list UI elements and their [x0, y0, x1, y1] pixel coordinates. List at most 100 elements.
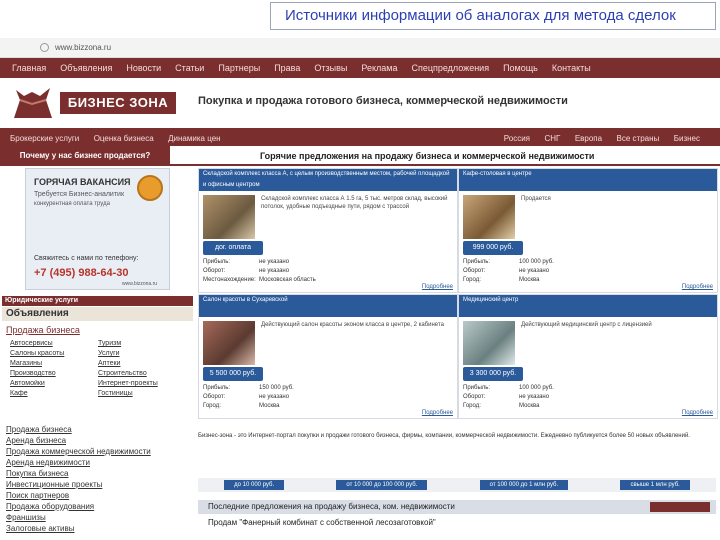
offer-card[interactable]: Салон красоты в Сухаревской Действующий …: [198, 294, 458, 419]
left-link[interactable]: Продажа бизнеса: [6, 424, 194, 435]
region-item[interactable]: Россия: [504, 134, 530, 143]
left-link[interactable]: Франшизы: [6, 512, 194, 523]
site-logo[interactable]: БИЗНЕС ЗОНА: [60, 92, 176, 114]
vacancy-subtitle: Требуется Бизнес-аналитик: [34, 191, 125, 198]
latest-button[interactable]: [650, 502, 710, 512]
info-value: Москва: [519, 403, 540, 409]
category-link[interactable]: Магазины: [10, 360, 98, 367]
region-item[interactable]: СНГ: [544, 134, 560, 143]
nav-item[interactable]: Права: [274, 63, 300, 73]
info-key: Город:: [203, 403, 221, 409]
price-filter[interactable]: от 10 000 до 100 000 руб.: [336, 480, 428, 490]
vacancy-link[interactable]: www.bizzona.ru: [122, 281, 157, 287]
card-price[interactable]: 5 500 000 руб.: [203, 367, 263, 381]
section-header-row: Почему у нас бизнес продается? Горячие п…: [0, 146, 720, 166]
nav-item[interactable]: Главная: [12, 63, 46, 73]
region-item[interactable]: Все страны: [617, 134, 660, 143]
category-link[interactable]: Производство: [10, 370, 98, 377]
subnav-item[interactable]: Динамика цен: [168, 134, 220, 143]
hot-offers-header: Горячие предложения на продажу бизнеса и…: [170, 146, 720, 166]
nav-item[interactable]: Объявления: [60, 63, 112, 73]
info-value: не указано: [519, 268, 550, 274]
card-more-link[interactable]: Подробнее: [682, 284, 713, 290]
card-description: Действующий салон красоты эконом класса …: [261, 322, 444, 328]
category-link[interactable]: Кафе: [10, 390, 98, 397]
ads-category-grid: Автосервисы Туризм Салоны красоты Услуги…: [10, 340, 190, 397]
category-link[interactable]: Автомойки: [10, 380, 98, 387]
nav-item[interactable]: Новости: [126, 63, 161, 73]
info-value: Москва: [259, 403, 280, 409]
card-price[interactable]: 999 000 руб.: [463, 241, 523, 255]
nav-item[interactable]: Спецпредложения: [411, 63, 489, 73]
left-link[interactable]: Продажа оборудования: [6, 501, 194, 512]
price-filter[interactable]: до 10 000 руб.: [224, 480, 285, 490]
price-filter-bar: до 10 000 руб. от 10 000 до 100 000 руб.…: [198, 478, 716, 492]
card-more-link[interactable]: Подробнее: [422, 410, 453, 416]
info-key: Оборот:: [203, 268, 226, 274]
category-link[interactable]: Салоны красоты: [10, 350, 98, 357]
category-link[interactable]: Аптеки: [98, 360, 186, 367]
category-link[interactable]: Гостиницы: [98, 390, 186, 397]
subnav-item[interactable]: Оценка бизнеса: [94, 134, 154, 143]
card-title[interactable]: Медицинский центр: [459, 295, 717, 317]
latest-header-text: Последние предложения на продажу бизнеса…: [208, 502, 455, 511]
card-price[interactable]: дог. оплата: [203, 241, 263, 255]
category-link[interactable]: Строительство: [98, 370, 186, 377]
info-key: Прибыль:: [463, 259, 491, 265]
latest-offers-header: Последние предложения на продажу бизнеса…: [198, 500, 716, 514]
region-item[interactable]: Бизнес: [674, 134, 700, 143]
card-more-link[interactable]: Подробнее: [682, 410, 713, 416]
vacancy-banner[interactable]: ГОРЯЧАЯ ВАКАНСИЯ Требуется Бизнес-аналит…: [25, 168, 170, 290]
offer-card[interactable]: Медицинский центр Действующий медицински…: [458, 294, 718, 419]
category-link[interactable]: Туризм: [98, 340, 186, 347]
nav-item[interactable]: Контакты: [552, 63, 591, 73]
card-price[interactable]: 3 300 000 руб.: [463, 367, 523, 381]
card-title[interactable]: Кафе-столовая в центре: [459, 169, 717, 191]
info-value: Московская область: [259, 277, 316, 283]
nav-item[interactable]: Помощь: [503, 63, 538, 73]
card-info: Прибыль: не указано Оборот: не указано Мес…: [203, 259, 455, 286]
left-link[interactable]: Аренда недвижимости: [6, 457, 194, 468]
latest-offer-item[interactable]: Продам "Фанерный комбинат с собственной …: [198, 516, 716, 530]
nav-item[interactable]: Партнеры: [218, 63, 260, 73]
card-title[interactable]: Салон красоты в Сухаревской: [199, 295, 457, 317]
about-text: Бизнес-зона - это Интернет-портал покупк…: [198, 433, 690, 439]
why-sell-header[interactable]: Почему у нас бизнес продается?: [0, 146, 170, 166]
vacancy-title: ГОРЯЧАЯ ВАКАНСИЯ: [34, 177, 131, 187]
left-link[interactable]: Залоговые активы: [6, 523, 194, 534]
info-key: Город:: [463, 403, 481, 409]
card-info: Прибыль: 100 000 руб. Оборот: не указано Г…: [463, 385, 715, 412]
left-link[interactable]: Инвестиционные проекты: [6, 479, 194, 490]
info-value: не указано: [259, 394, 290, 400]
info-key: Город:: [463, 277, 481, 283]
offer-card[interactable]: Складской комплекс класса А, с целым про…: [198, 168, 458, 293]
nav-item[interactable]: Отзывы: [314, 63, 347, 73]
slide-title: Источники информации об аналогах для мет…: [270, 2, 716, 30]
card-title[interactable]: Складской комплекс класса А, с целым про…: [199, 169, 457, 191]
ads-section-link[interactable]: Продажа бизнеса: [6, 325, 80, 335]
left-link[interactable]: Поиск партнеров: [6, 490, 194, 501]
left-link[interactable]: Покупка бизнеса: [6, 468, 194, 479]
card-more-link[interactable]: Подробнее: [422, 284, 453, 290]
legal-services-link[interactable]: Юридические услуги: [2, 296, 193, 306]
browser-url-bar[interactable]: www.bizzona.ru: [0, 38, 720, 58]
offer-card[interactable]: Кафе-столовая в центре Продается 999 000…: [458, 168, 718, 293]
card-photo[interactable]: [463, 195, 515, 239]
category-link[interactable]: Автосервисы: [10, 340, 98, 347]
card-info: Прибыль: 100 000 руб. Оборот: не указано Г…: [463, 259, 715, 286]
vacancy-phone: +7 (495) 988-64-30: [34, 267, 129, 279]
card-photo[interactable]: [203, 195, 255, 239]
info-key: Прибыль:: [463, 385, 491, 391]
nav-item[interactable]: Реклама: [361, 63, 397, 73]
category-link[interactable]: Интернет-проекты: [98, 380, 186, 387]
region-item[interactable]: Европа: [575, 134, 602, 143]
left-link[interactable]: Продажа коммерческой недвижимости: [6, 446, 194, 457]
nav-item[interactable]: Статьи: [175, 63, 204, 73]
card-photo[interactable]: [203, 321, 255, 365]
category-link[interactable]: Услуги: [98, 350, 186, 357]
price-filter[interactable]: свыше 1 млн руб.: [620, 480, 690, 490]
price-filter[interactable]: от 100 000 до 1 млн руб.: [479, 480, 569, 490]
left-link[interactable]: Аренда бизнеса: [6, 435, 194, 446]
subnav-item[interactable]: Брокерские услуги: [10, 134, 79, 143]
card-photo[interactable]: [463, 321, 515, 365]
